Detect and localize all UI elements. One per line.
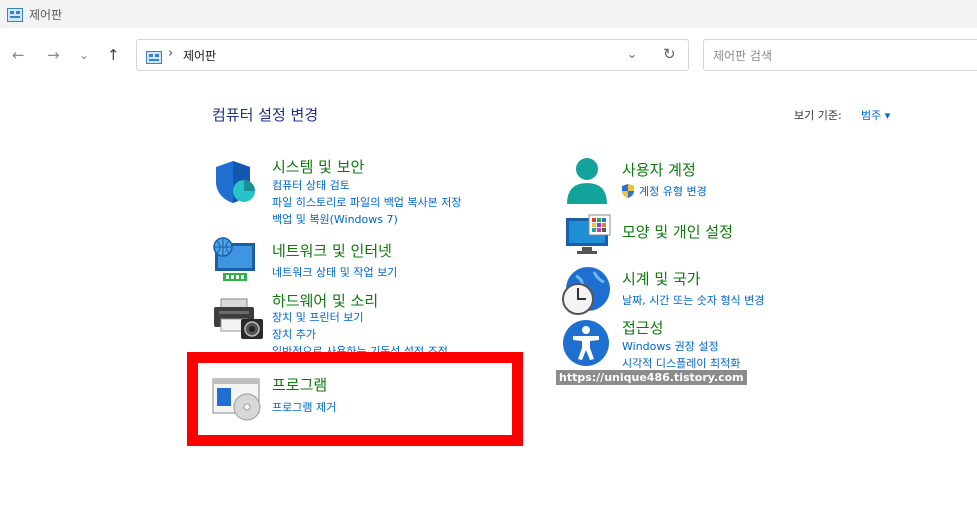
page-title: 컴퓨터 설정 변경	[212, 106, 319, 124]
view-by-dropdown[interactable]: 범주 ▾	[861, 107, 890, 123]
window-title: 제어판	[29, 8, 63, 22]
search-input[interactable]: 제어판 검색	[703, 39, 977, 71]
category-hardware-sound[interactable]: 하드웨어 및 소리	[272, 290, 378, 311]
link-network-status[interactable]: 네트워크 상태 및 작업 보기	[272, 264, 397, 280]
breadcrumb-separator[interactable]: ›	[168, 46, 173, 61]
view-by-label: 보기 기준:	[794, 109, 842, 122]
user-icon[interactable]	[566, 157, 608, 209]
category-user-accounts[interactable]: 사용자 계정	[622, 159, 696, 180]
forward-button[interactable]: →	[47, 46, 60, 64]
control-panel-icon	[7, 7, 23, 26]
link-change-account-type[interactable]: 계정 유형 변경	[639, 183, 707, 199]
category-system-security[interactable]: 시스템 및 보안	[272, 156, 364, 177]
refresh-button[interactable]: ↻	[663, 45, 676, 63]
highlight-box	[187, 352, 523, 446]
link-recommended-settings[interactable]: Windows 권장 설정	[622, 338, 719, 354]
accessibility-icon[interactable]	[562, 319, 610, 371]
recent-locations-button[interactable]: ⌄	[79, 46, 89, 64]
network-icon[interactable]	[211, 237, 261, 289]
search-placeholder: 제어판 검색	[713, 49, 773, 63]
up-button[interactable]: ↑	[107, 46, 120, 64]
link-date-time-format[interactable]: 날짜, 시간 또는 숫자 형식 변경	[622, 292, 764, 308]
link-add-device[interactable]: 장치 추가	[272, 326, 316, 342]
category-clock-region[interactable]: 시계 및 국가	[622, 268, 701, 289]
category-ease-of-access[interactable]: 접근성	[622, 317, 663, 338]
link-devices-printers[interactable]: 장치 및 프린터 보기	[272, 309, 363, 325]
link-file-history[interactable]: 파일 히스토리로 파일의 백업 복사본 저장	[272, 194, 462, 210]
category-network-internet[interactable]: 네트워크 및 인터넷	[272, 240, 392, 261]
link-review-status[interactable]: 컴퓨터 상태 검토	[272, 177, 350, 193]
address-bar[interactable]: › 제어판 ⌄ ↻	[136, 39, 689, 71]
display-icon[interactable]	[565, 214, 611, 260]
link-optimize-display[interactable]: 시각적 디스플레이 최적화	[622, 355, 740, 371]
printer-icon[interactable]	[213, 297, 263, 345]
address-dropdown-button[interactable]: ⌄	[627, 47, 637, 61]
control-panel-icon	[146, 49, 162, 68]
shield-icon[interactable]	[213, 158, 261, 210]
category-appearance[interactable]: 모양 및 개인 설정	[622, 221, 733, 242]
watermark: https://unique486.tistory.com	[556, 370, 747, 385]
breadcrumb[interactable]: 제어판	[183, 47, 216, 64]
title-bar: 제어판	[0, 0, 977, 28]
uac-shield-icon	[621, 183, 635, 202]
back-button[interactable]: ←	[12, 46, 25, 64]
clock-globe-icon[interactable]	[562, 266, 612, 320]
link-backup-restore[interactable]: 백업 및 복원(Windows 7)	[272, 211, 398, 227]
